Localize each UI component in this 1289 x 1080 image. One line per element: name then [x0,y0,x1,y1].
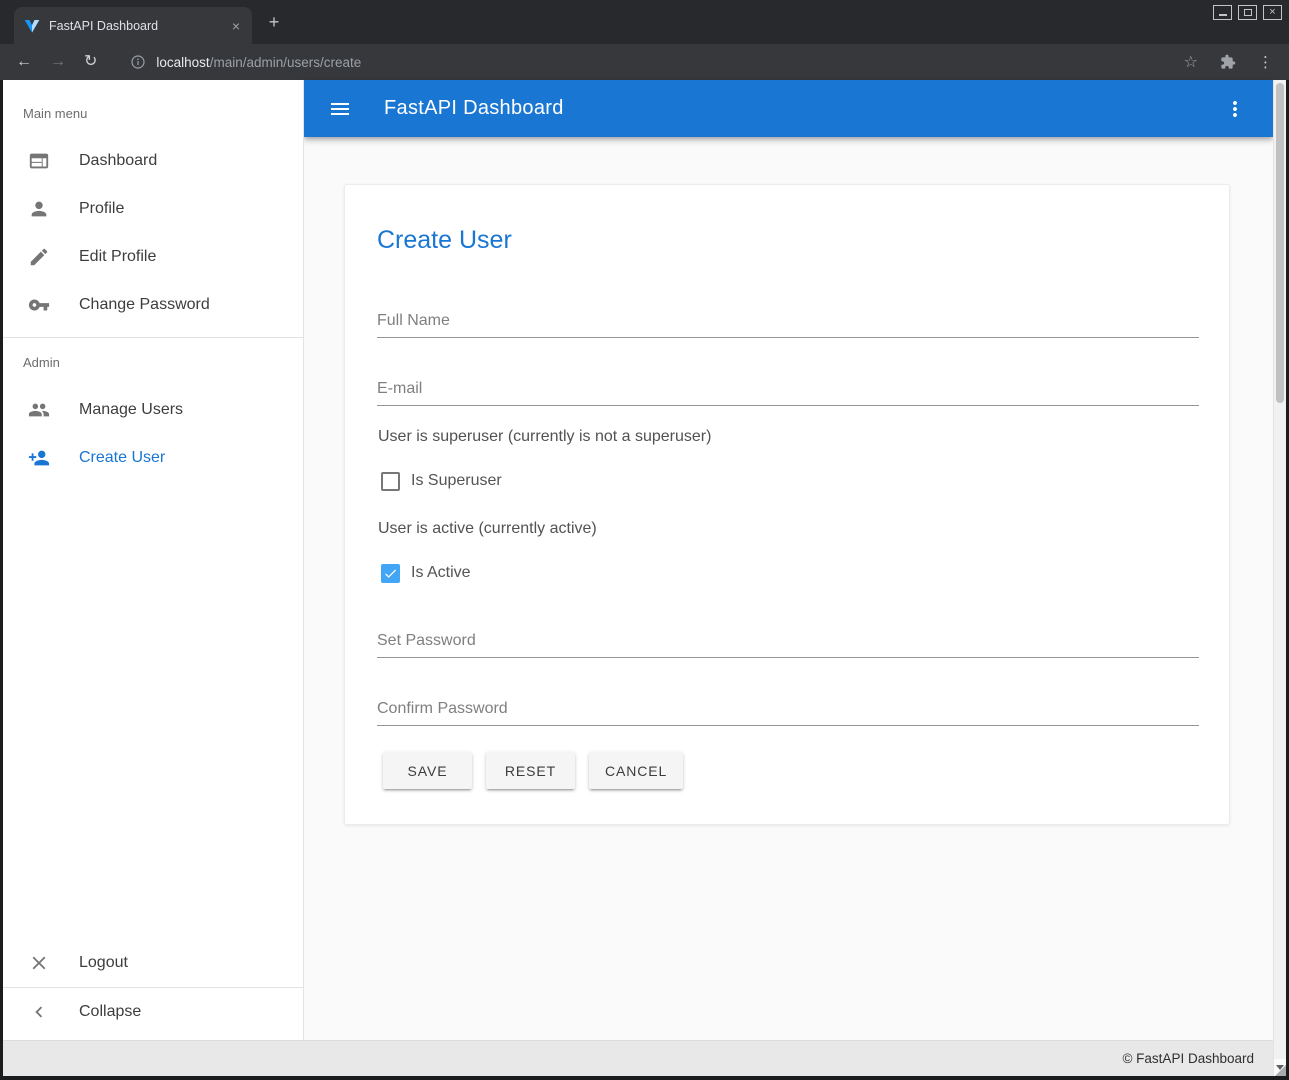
sidebar-item-profile[interactable]: Profile [3,185,303,233]
sidebar-section-admin: Admin [23,355,60,370]
close-button[interactable]: × [1263,5,1282,20]
main-content: FastAPI Dashboard Create User User is su… [304,80,1273,1040]
sidebar-item-label: Change Password [79,296,210,314]
sidebar-collapse-button[interactable]: Collapse [3,988,303,1036]
close-icon: × [1269,7,1275,18]
superuser-hint: User is superuser (currently is not a su… [378,428,711,446]
sidebar: Main menu Dashboard Profile Edit Profile… [3,80,304,1040]
browser-toolbar: ← → ↻ localhost/main/admin/users/create … [0,44,1289,80]
tab-close-icon[interactable]: × [228,18,244,34]
is-superuser-checkbox[interactable]: Is Superuser [381,470,502,492]
extensions-icon[interactable] [1220,54,1236,70]
back-icon[interactable]: ← [16,54,32,70]
key-icon [27,293,51,317]
people-icon [27,398,51,422]
checkbox-icon [381,564,400,583]
sidebar-item-manage-users[interactable]: Manage Users [3,386,303,434]
sidebar-item-label: Collapse [79,1003,141,1021]
form-actions: SAVE RESET CANCEL [383,752,683,789]
create-user-card: Create User User is superuser (currently… [344,184,1230,825]
footer: © FastAPI Dashboard [3,1040,1286,1076]
window-controls: × [1213,5,1282,20]
sidebar-item-label: Manage Users [79,401,183,419]
sidebar-item-create-user[interactable]: Create User [3,434,303,482]
pencil-icon [27,245,51,269]
url-host: localhost [156,55,209,70]
browser-tab[interactable]: FastAPI Dashboard × [14,7,252,44]
set-password-input[interactable] [377,624,1199,658]
sidebar-item-change-password[interactable]: Change Password [3,281,303,329]
site-info-icon[interactable] [130,54,146,70]
browser-menu-icon[interactable]: ⋮ [1258,53,1273,71]
sidebar-item-edit-profile[interactable]: Edit Profile [3,233,303,281]
url-path: /main/admin/users/create [210,55,362,70]
new-tab-button[interactable]: + [264,13,284,33]
maximize-icon [1244,9,1252,16]
sidebar-divider [3,337,303,338]
resize-grip[interactable] [1275,1065,1286,1076]
is-active-checkbox[interactable]: Is Active [381,562,471,584]
scrollbar-thumb[interactable] [1276,83,1284,403]
minimize-icon [1219,14,1227,16]
person-add-icon [27,446,51,470]
full-name-input[interactable] [377,304,1199,338]
reset-button[interactable]: RESET [486,752,575,789]
sidebar-item-label: Profile [79,200,124,218]
chevron-left-icon [27,1000,51,1024]
maximize-button[interactable] [1238,5,1257,20]
page: Main menu Dashboard Profile Edit Profile… [3,80,1286,1076]
window-titlebar: FastAPI Dashboard × + × [0,0,1289,44]
tab-title: FastAPI Dashboard [49,19,228,33]
sidebar-item-label: Dashboard [79,152,157,170]
email-input[interactable] [377,372,1199,406]
dashboard-icon [27,149,51,173]
sidebar-item-label: Edit Profile [79,248,156,266]
forward-icon[interactable]: → [50,54,66,70]
appbar-title: FastAPI Dashboard [384,97,564,120]
confirm-password-input[interactable] [377,692,1199,726]
vuetify-favicon-icon [24,18,40,34]
address-bar[interactable]: localhost/main/admin/users/create [156,55,361,70]
hamburger-menu-icon[interactable] [328,97,352,121]
footer-copyright: © FastAPI Dashboard [1122,1051,1254,1066]
checkbox-label: Is Active [411,564,471,582]
reload-icon[interactable]: ↻ [84,54,97,70]
bookmark-star-icon[interactable]: ☆ [1184,52,1198,72]
sidebar-item-dashboard[interactable]: Dashboard [3,137,303,185]
appbar-menu-icon[interactable] [1223,97,1247,121]
app-bar: FastAPI Dashboard [304,80,1273,137]
person-icon [27,197,51,221]
page-title: Create User [377,226,512,255]
minimize-button[interactable] [1213,5,1232,20]
active-hint: User is active (currently active) [378,520,597,538]
close-x-icon [27,951,51,975]
cancel-button[interactable]: CANCEL [589,752,683,789]
checkbox-label: Is Superuser [411,472,502,490]
save-button[interactable]: SAVE [383,752,472,789]
sidebar-item-label: Logout [79,954,128,972]
sidebar-section-main-menu: Main menu [23,106,87,121]
checkbox-icon [381,472,400,491]
sidebar-item-logout[interactable]: Logout [3,939,303,987]
scrollbar[interactable] [1273,80,1286,1076]
sidebar-item-label: Create User [79,449,165,467]
